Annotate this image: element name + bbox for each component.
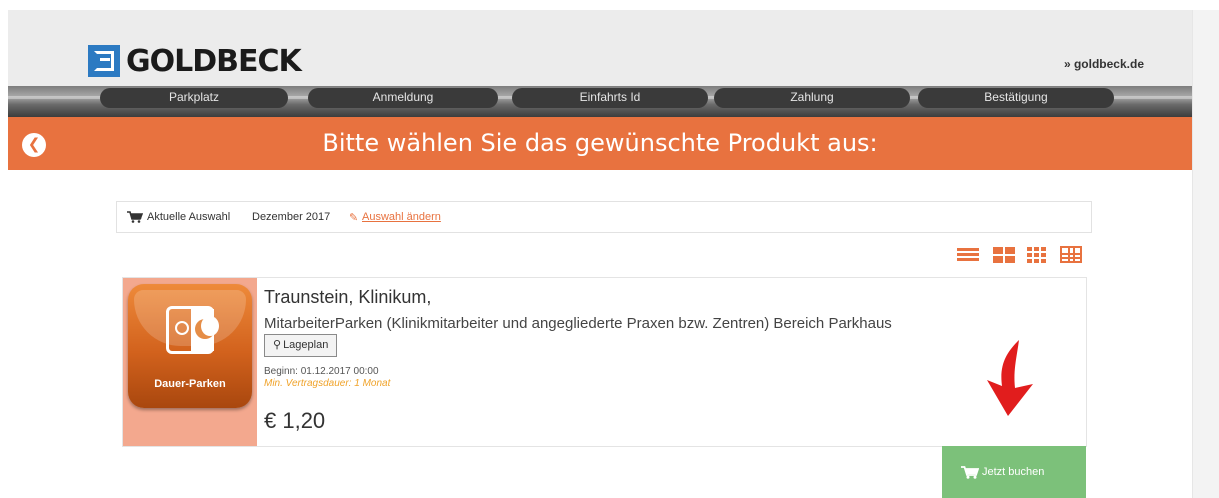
product-subtitle: MitarbeiterParken (Klinikmitarbeiter und…: [264, 315, 892, 332]
progress-steps: Parkplatz Anmeldung Einfahrts Id Zahlung…: [8, 86, 1192, 117]
list-view-icon[interactable]: [956, 246, 980, 264]
lageplan-button[interactable]: ⚲ Lageplan: [264, 334, 338, 357]
page-title: Bitte wählen Sie das gewünschte Produkt …: [322, 129, 878, 157]
step-zahlung[interactable]: Zahlung: [714, 88, 910, 108]
brand-name: GOLDBECK: [126, 43, 302, 79]
selection-value: Dezember 2017: [252, 211, 331, 223]
book-now-button[interactable]: Jetzt buchen: [942, 446, 1086, 498]
step-einfahrts-id[interactable]: Einfahrts Id: [512, 88, 708, 108]
min-contract-duration: Min. Vertragsdauer: 1 Monat: [264, 378, 391, 389]
cart-icon: [961, 466, 979, 479]
site-header: GOLDBECK » goldbeck.de: [8, 10, 1192, 86]
goldbeck-website-link[interactable]: » goldbeck.de: [1064, 57, 1144, 71]
title-banner: ❮ Bitte wählen Sie das gewünschte Produk…: [8, 117, 1192, 170]
pencil-icon: ✎: [349, 212, 359, 224]
current-selection-bar: Aktuelle Auswahl Dezember 2017 ✎ Auswahl…: [116, 201, 1092, 233]
product-card: Dauer-Parken Traunstein, Klinikum, Mitar…: [122, 277, 1087, 447]
lageplan-label: Lageplan: [283, 339, 329, 351]
map-pin-icon: ⚲: [273, 339, 282, 351]
view-toggle-group: [956, 246, 1086, 268]
product-price: € 1,20: [264, 408, 326, 433]
book-now-label: Jetzt buchen: [982, 466, 1045, 478]
product-title: Traunstein, Klinikum,: [264, 287, 432, 307]
start-date: Beginn: 01.12.2017 00:00: [264, 366, 379, 377]
cart-icon: [127, 211, 143, 223]
product-icon-label: Dauer-Parken: [154, 378, 226, 390]
table-view-icon[interactable]: [1060, 246, 1082, 263]
step-bestaetigung[interactable]: Bestätigung: [918, 88, 1114, 108]
selection-label: Aktuelle Auswahl: [147, 211, 231, 223]
goldbeck-logo[interactable]: GOLDBECK: [88, 43, 302, 79]
dauer-parken-app-icon: Dauer-Parken: [128, 284, 252, 408]
goldbeck-logo-mark-icon: [88, 45, 120, 77]
page: GOLDBECK » goldbeck.de Parkplatz Anmeldu…: [0, 0, 1219, 498]
scrollbar-thumb[interactable]: [1200, 10, 1212, 498]
change-selection-link[interactable]: Auswahl ändern: [362, 211, 441, 223]
grid-view-icon[interactable]: [1026, 246, 1050, 264]
tiles-view-icon[interactable]: [992, 246, 1016, 264]
step-parkplatz[interactable]: Parkplatz: [100, 88, 288, 108]
red-arrow-annotation-icon: [987, 340, 1033, 416]
step-anmeldung[interactable]: Anmeldung: [308, 88, 498, 108]
product-image-column: Dauer-Parken: [123, 278, 257, 446]
vertical-scrollbar[interactable]: [1192, 10, 1219, 498]
sun-moon-icon: [166, 306, 219, 354]
